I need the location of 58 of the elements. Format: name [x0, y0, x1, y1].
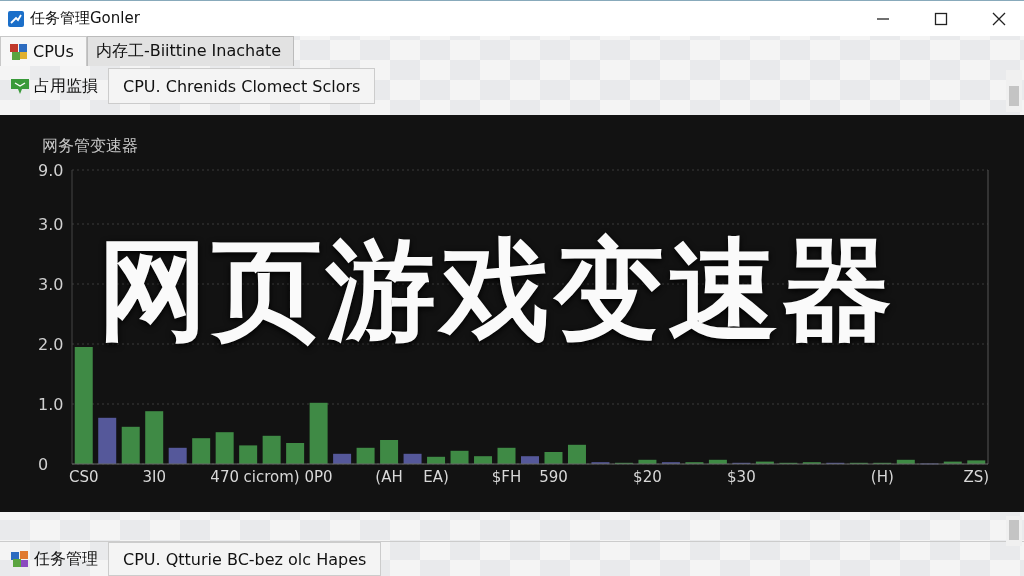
bar	[967, 460, 986, 464]
bar	[333, 453, 352, 464]
scrollbar[interactable]	[1006, 516, 1022, 546]
axis-label: 2.0	[38, 335, 64, 354]
toolbar-text: 占用监損	[34, 75, 98, 97]
axis-label: (AH	[375, 468, 403, 486]
axis-label: ZS)	[963, 468, 990, 486]
bar	[896, 459, 915, 464]
axis-label: $20	[633, 468, 662, 486]
bar	[427, 456, 446, 464]
bar	[98, 417, 117, 464]
axis-label: 0	[38, 455, 49, 474]
chart-arrow-icon	[8, 10, 24, 27]
axis-label: 3I0	[142, 468, 166, 486]
maximize-icon[interactable]	[934, 11, 948, 26]
bar	[567, 444, 586, 464]
taskbar-text: 任务管理	[34, 548, 98, 570]
axis-label: 3.0	[38, 275, 64, 294]
axis-label: CS0	[68, 468, 99, 486]
chart-title: 网务管变速器	[42, 136, 138, 155]
axis-label: 0P0	[304, 468, 333, 486]
bar	[708, 459, 727, 464]
bar	[544, 452, 563, 464]
bar	[145, 411, 164, 464]
bar	[521, 456, 539, 464]
tab[interactable]: CPUs	[0, 36, 87, 66]
bar	[309, 402, 328, 464]
axis-label: 9.0	[38, 161, 64, 180]
axis-label: $FH	[491, 468, 522, 486]
axis-label: EA)	[423, 468, 449, 486]
bar	[474, 456, 493, 464]
axis-label: 590	[539, 468, 568, 486]
bar	[215, 432, 234, 464]
puzzle-icon	[9, 41, 29, 62]
tab[interactable]: 内存工-Biittine Inachate	[86, 36, 295, 66]
axis-label: cicrom)	[243, 468, 300, 486]
axis-label: 3.0	[38, 215, 64, 234]
axis-label: 1.0	[38, 395, 64, 414]
tab[interactable]: CPU. Qtturie BC-bez olc Hapes	[108, 542, 382, 576]
scrollbar[interactable]	[1006, 70, 1022, 112]
bar	[638, 459, 657, 464]
bar	[262, 435, 281, 464]
puzzle-icon	[10, 549, 30, 569]
bar	[121, 426, 140, 464]
axis-label: $30	[727, 468, 756, 486]
bar	[286, 443, 305, 464]
bar	[403, 453, 422, 464]
bar	[380, 440, 399, 464]
bar	[755, 461, 774, 464]
bar	[943, 461, 962, 464]
window-title: 任务管理Gonler	[30, 9, 140, 28]
bar	[192, 438, 211, 464]
message-icon	[10, 76, 30, 96]
axis-label: (H)	[870, 468, 894, 486]
axis-label: 470	[210, 468, 239, 486]
toolbar-button[interactable]: CPU. Chrenids Clomect Sclors	[108, 68, 376, 104]
bar	[450, 450, 469, 464]
close-icon[interactable]	[992, 11, 1006, 26]
